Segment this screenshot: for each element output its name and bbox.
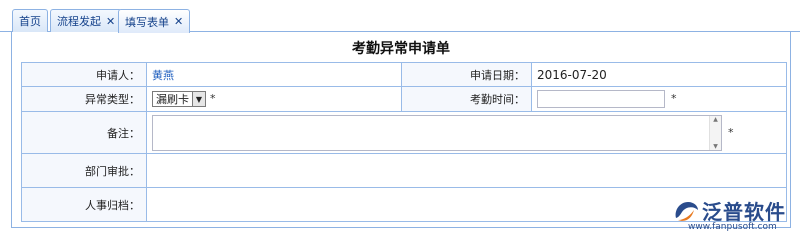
- scroll-up-icon[interactable]: ▲: [713, 116, 718, 123]
- dept-approval-value: [146, 153, 787, 188]
- hr-archive-label: 人事归档：: [21, 187, 147, 222]
- form-row: 备注： ▲ ▼ *: [21, 111, 787, 154]
- remark-textarea[interactable]: ▲ ▼: [152, 114, 722, 151]
- textarea-scrollbar[interactable]: ▲ ▼: [709, 115, 721, 150]
- tab-fill-form-label: 填写表单: [125, 15, 169, 29]
- exception-type-selected: 漏刷卡: [156, 93, 189, 106]
- required-mark: *: [728, 125, 734, 139]
- exception-type-cell: 漏刷卡 ▼ *: [146, 86, 402, 112]
- chevron-down-icon[interactable]: ▼: [192, 92, 205, 106]
- attendance-time-label: 考勤时间：: [401, 86, 532, 112]
- required-mark: *: [210, 92, 216, 105]
- brand-name: 泛普软件: [702, 200, 786, 224]
- tab-fill-form[interactable]: 填写表单 ✕: [118, 9, 191, 33]
- required-mark: *: [671, 92, 677, 105]
- exception-type-select[interactable]: 漏刷卡 ▼: [152, 91, 206, 107]
- exception-type-label: 异常类型：: [21, 86, 147, 112]
- apply-date-label: 申请日期：: [401, 62, 532, 87]
- close-icon[interactable]: ✕: [106, 15, 115, 28]
- attendance-time-cell: *: [531, 86, 787, 112]
- form-row: 部门审批：: [21, 153, 787, 188]
- applicant-label: 申请人：: [21, 62, 147, 87]
- scroll-down-icon[interactable]: ▼: [713, 143, 718, 150]
- tab-process-start-label: 流程发起: [57, 15, 101, 28]
- dept-approval-label: 部门审批：: [21, 153, 147, 188]
- tab-home-label: 首页: [19, 15, 41, 28]
- attendance-time-input[interactable]: [537, 90, 665, 108]
- brand-logo: 泛普软件 www.fanpusoft.com: [672, 196, 797, 236]
- tab-bar: 首页 流程发起 ✕ 填写表单 ✕: [0, 0, 800, 33]
- brand-mark-icon: [675, 202, 698, 221]
- page-title: 考勤异常申请单: [352, 41, 450, 57]
- close-icon[interactable]: ✕: [174, 15, 183, 28]
- remark-label: 备注：: [21, 111, 147, 154]
- applicant-value: 黄燕: [146, 62, 402, 87]
- remark-cell: ▲ ▼ *: [146, 111, 787, 154]
- form-row: 申请人： 黄燕 申请日期： 2016-07-20: [21, 62, 787, 87]
- tab-process-start[interactable]: 流程发起 ✕: [50, 9, 123, 32]
- form-row: 异常类型： 漏刷卡 ▼ * 考勤时间： *: [21, 86, 787, 112]
- tab-home[interactable]: 首页: [12, 9, 48, 32]
- brand-url: www.fanpusoft.com: [688, 222, 777, 232]
- apply-date-value: 2016-07-20: [531, 62, 787, 87]
